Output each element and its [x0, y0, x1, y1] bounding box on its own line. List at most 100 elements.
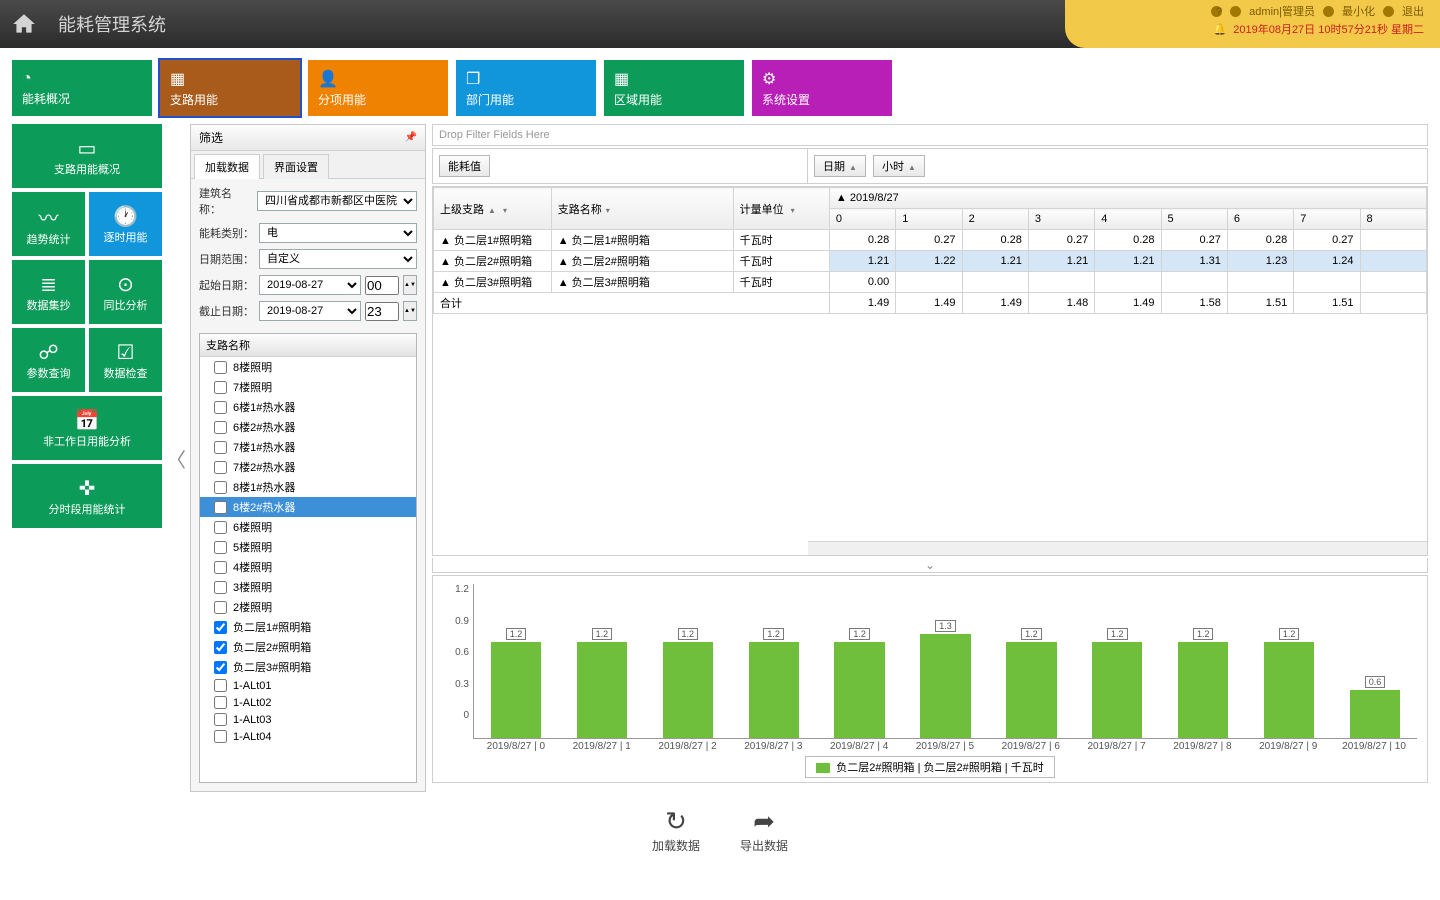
- nav-区域用能[interactable]: ▦区域用能: [604, 60, 744, 116]
- branch-checkbox[interactable]: [214, 541, 227, 554]
- horizontal-scrollbar[interactable]: [808, 541, 1427, 555]
- branch-checkbox[interactable]: [214, 521, 227, 534]
- tile-数据检查[interactable]: ☑数据检查: [89, 328, 162, 392]
- tile-支路用能概况[interactable]: ▭支路用能概况: [12, 124, 162, 188]
- tab-load-data[interactable]: 加载数据: [194, 154, 260, 179]
- branch-checkbox[interactable]: [214, 581, 227, 594]
- bar[interactable]: 1.3: [904, 620, 988, 738]
- pivot-grid[interactable]: 上级支路▲ ▾支路名称▾计量单位 ▾▲ 2019/8/27012345678▲ …: [432, 186, 1428, 556]
- nav-能耗概况[interactable]: ◔能耗概况: [12, 60, 152, 116]
- home-icon[interactable]: [10, 11, 38, 37]
- branch-name: 负二层2#照明箱: [233, 639, 311, 655]
- tile-逐时用能[interactable]: 🕐逐时用能: [89, 192, 162, 256]
- load-data-button[interactable]: ↻加载数据: [652, 806, 700, 854]
- close-icon[interactable]: [1383, 6, 1394, 17]
- branch-item[interactable]: 1-ALt01: [200, 677, 416, 694]
- user-icon[interactable]: [1230, 6, 1241, 17]
- branch-checkbox[interactable]: [214, 361, 227, 374]
- bar[interactable]: 1.2: [989, 628, 1073, 738]
- help-icon[interactable]: ?: [1211, 6, 1222, 17]
- colfield-date[interactable]: 日期▲: [814, 155, 866, 177]
- branch-item[interactable]: 1-ALt02: [200, 694, 416, 711]
- branch-item[interactable]: 3楼照明: [200, 577, 416, 597]
- bar[interactable]: 1.2: [1247, 628, 1331, 738]
- branch-checkbox[interactable]: [214, 661, 227, 674]
- branch-item[interactable]: 6楼2#热水器: [200, 417, 416, 437]
- branch-checkbox[interactable]: [214, 730, 227, 743]
- branch-checkbox[interactable]: [214, 461, 227, 474]
- branch-item[interactable]: 7楼2#热水器: [200, 457, 416, 477]
- end-hour-spin[interactable]: ▲▼: [403, 301, 417, 321]
- branch-checkbox[interactable]: [214, 501, 227, 514]
- bar[interactable]: 1.2: [732, 628, 816, 738]
- bar[interactable]: 0.6: [1333, 676, 1417, 738]
- branch-checkbox[interactable]: [214, 401, 227, 414]
- branch-checkbox[interactable]: [214, 601, 227, 614]
- export-data-button[interactable]: ➦导出数据: [740, 806, 788, 854]
- energy-select[interactable]: 电: [259, 223, 417, 243]
- branch-checkbox[interactable]: [214, 696, 227, 709]
- branch-list[interactable]: 8楼照明7楼照明6楼1#热水器6楼2#热水器7楼1#热水器7楼2#热水器 8楼1#…: [200, 357, 416, 782]
- nav-支路用能[interactable]: ▦支路用能: [160, 60, 300, 116]
- end-date[interactable]: 2019-08-27: [259, 301, 361, 321]
- branch-item[interactable]: 8楼照明: [200, 357, 416, 377]
- bar[interactable]: 1.2: [646, 628, 730, 738]
- branch-checkbox[interactable]: [214, 441, 227, 454]
- building-select[interactable]: 四川省成都市新都区中医院: [257, 191, 417, 211]
- branch-item[interactable]: 6楼1#热水器: [200, 397, 416, 417]
- branch-checkbox[interactable]: [214, 713, 227, 726]
- exit-btn[interactable]: 退出: [1402, 3, 1424, 19]
- branch-item[interactable]: 1-ALt03: [200, 711, 416, 728]
- bar[interactable]: 1.2: [818, 628, 902, 738]
- tile-参数查询[interactable]: ☍参数查询: [12, 328, 85, 392]
- tile-数据集抄[interactable]: ≣数据集抄: [12, 260, 85, 324]
- branch-name: 8楼1#热水器: [233, 479, 295, 495]
- bar[interactable]: 1.2: [474, 628, 558, 738]
- branch-checkbox[interactable]: [214, 381, 227, 394]
- branch-item[interactable]: 1-ALt04: [200, 728, 416, 745]
- colfield-hour[interactable]: 小时▲: [873, 155, 925, 177]
- expand-chart-button[interactable]: ⌄: [432, 558, 1428, 573]
- branch-item[interactable]: 负二层1#照明箱: [200, 617, 416, 637]
- branch-checkbox[interactable]: [214, 679, 227, 692]
- minimize-icon[interactable]: [1323, 6, 1334, 17]
- bar[interactable]: 1.2: [1161, 628, 1245, 738]
- minimize-btn[interactable]: 最小化: [1342, 3, 1375, 19]
- branch-checkbox[interactable]: [214, 481, 227, 494]
- branch-item[interactable]: 7楼照明: [200, 377, 416, 397]
- measure-chip[interactable]: 能耗值: [439, 155, 490, 177]
- branch-item[interactable]: 7楼1#热水器: [200, 437, 416, 457]
- tile-非工作日用能分析[interactable]: 📅非工作日用能分析: [12, 396, 162, 460]
- branch-item[interactable]: 6楼照明: [200, 517, 416, 537]
- start-date[interactable]: 2019-08-27: [259, 275, 361, 295]
- nav-部门用能[interactable]: ❒部门用能: [456, 60, 596, 116]
- tab-ui-settings[interactable]: 界面设置: [263, 154, 329, 179]
- branch-checkbox[interactable]: [214, 621, 227, 634]
- branch-item[interactable]: 4楼照明: [200, 557, 416, 577]
- branch-checkbox[interactable]: [214, 561, 227, 574]
- tile-同比分析[interactable]: ⊙同比分析: [89, 260, 162, 324]
- nav-分项用能[interactable]: 👤分项用能: [308, 60, 448, 116]
- user-label[interactable]: admin|管理员: [1249, 3, 1315, 19]
- start-hour[interactable]: [365, 276, 399, 295]
- branch-checkbox[interactable]: [214, 421, 227, 434]
- collapse-sidebar-button[interactable]: 〈: [168, 124, 184, 792]
- bell-icon[interactable]: 🔔: [1213, 24, 1227, 36]
- start-hour-spin[interactable]: ▲▼: [403, 275, 417, 295]
- branch-item[interactable]: 2楼照明: [200, 597, 416, 617]
- tile-趋势统计[interactable]: 〰趋势统计: [12, 192, 85, 256]
- bar[interactable]: 1.2: [560, 628, 644, 738]
- drop-filter-area[interactable]: Drop Filter Fields Here: [432, 124, 1428, 146]
- end-hour[interactable]: [365, 302, 399, 321]
- pin-icon[interactable]: 📌: [405, 132, 417, 143]
- nav-系统设置[interactable]: ⚙系统设置: [752, 60, 892, 116]
- branch-item[interactable]: 8楼1#热水器: [200, 477, 416, 497]
- tile-分时段用能统计[interactable]: ✜分时段用能统计: [12, 464, 162, 528]
- branch-item[interactable]: 负二层3#照明箱: [200, 657, 416, 677]
- branch-item[interactable]: 负二层2#照明箱: [200, 637, 416, 657]
- branch-checkbox[interactable]: [214, 641, 227, 654]
- daterange-select[interactable]: 自定义: [259, 249, 417, 269]
- branch-item[interactable]: 8楼2#热水器: [200, 497, 416, 517]
- bar[interactable]: 1.2: [1075, 628, 1159, 738]
- branch-item[interactable]: 5楼照明: [200, 537, 416, 557]
